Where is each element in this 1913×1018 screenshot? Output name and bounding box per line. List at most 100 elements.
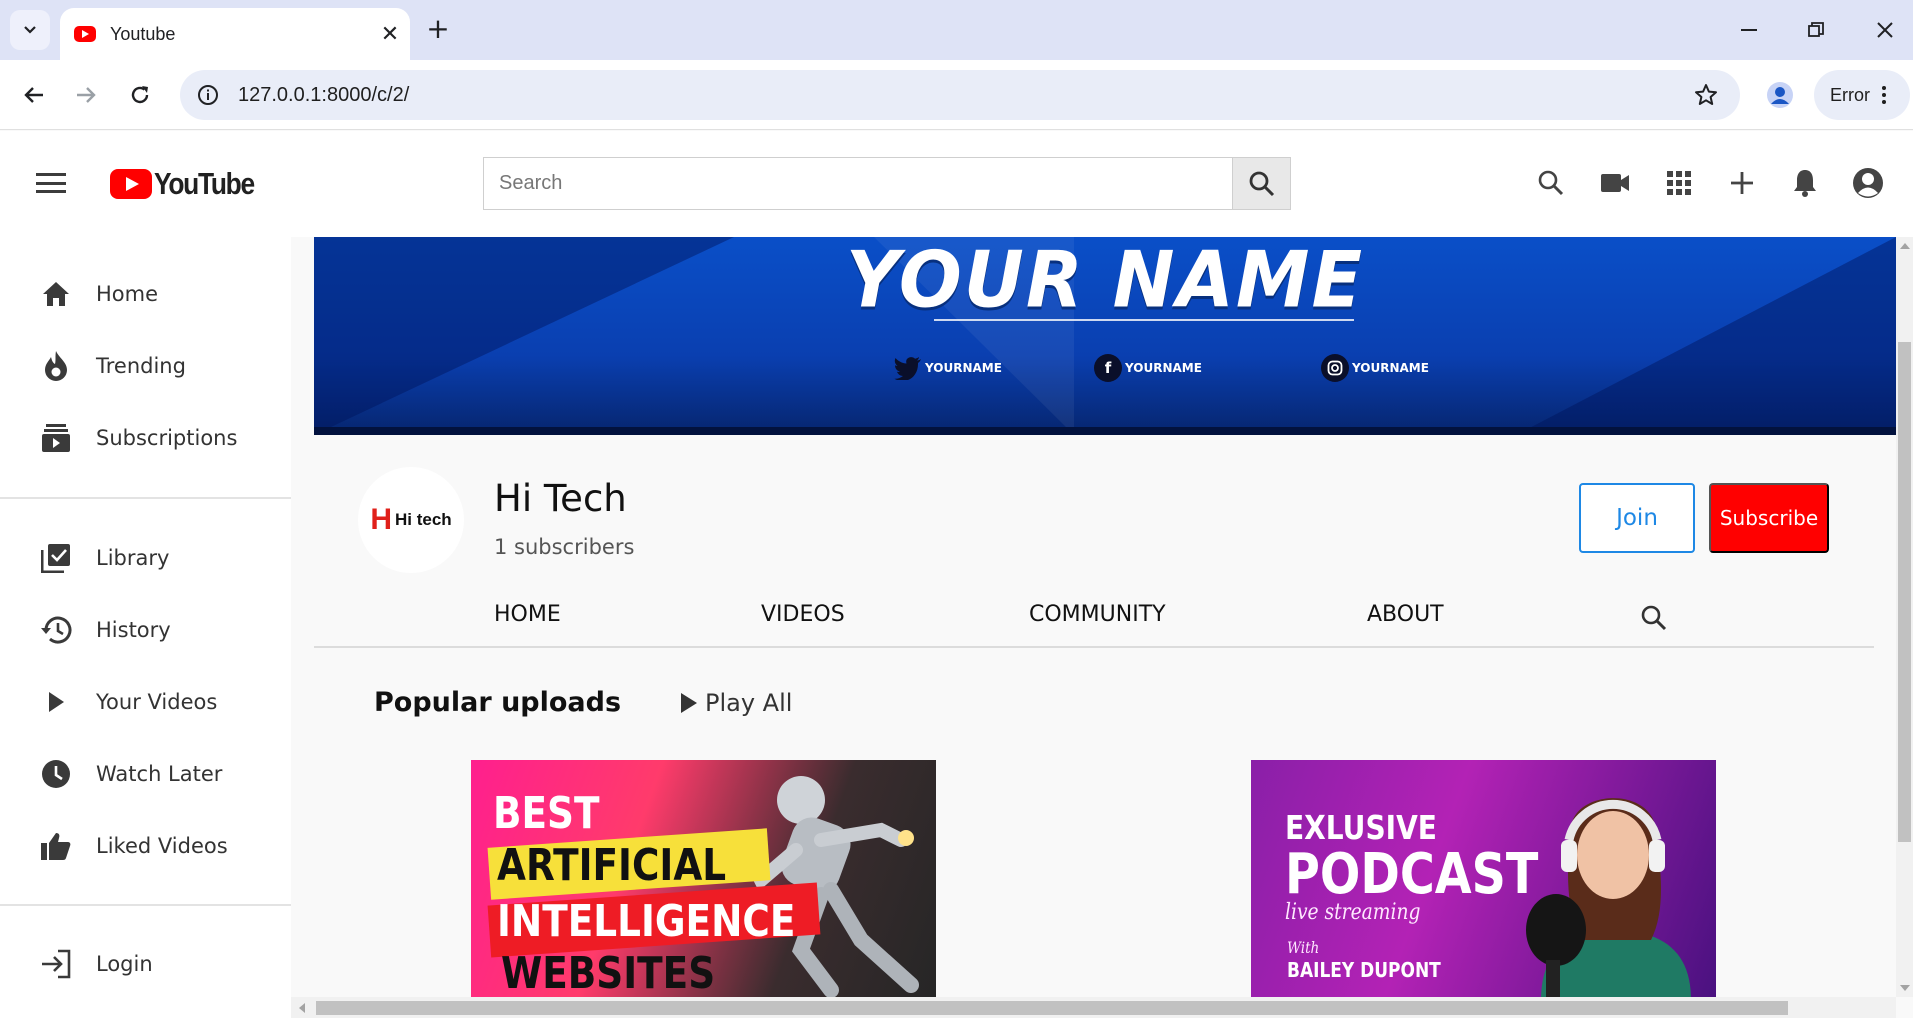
twitter-icon [894,354,922,382]
subscribe-button[interactable]: Subscribe [1709,483,1829,553]
search-button[interactable] [1232,158,1290,209]
channel-search-icon[interactable] [1636,600,1672,636]
scrollbar-thumb[interactable] [316,1001,1788,1015]
back-button[interactable] [14,75,54,115]
tab-videos[interactable]: VIDEOS [761,602,845,627]
tab-home[interactable]: HOME [494,602,561,627]
restore-icon [1808,22,1824,37]
avatar-text: Hi tech [394,510,452,529]
notifications-button[interactable] [1783,161,1827,205]
plus-icon [1731,172,1753,194]
scroll-up-arrow-icon[interactable] [1900,243,1910,249]
reload-button[interactable] [120,75,160,115]
sidebar-item-label: History [96,618,171,642]
search-input[interactable] [484,158,1232,209]
thumbs-up-icon [36,826,76,866]
restore-button[interactable] [1792,8,1840,52]
sidebar-item-label: Library [96,546,170,570]
sidebar-item-library[interactable]: Library [0,528,291,588]
forward-button[interactable] [66,75,106,115]
social-handle: YOURNAME [1352,361,1429,375]
youtube-favicon-icon [74,26,96,42]
sidebar-item-trending[interactable]: Trending [0,336,291,396]
thumbnail-text: INTELLIGENCE [497,896,796,947]
thumbnail-text: BEST [493,788,600,839]
tab-search-button[interactable] [10,10,50,50]
browser-tab[interactable]: Youtube ✕ [60,8,410,60]
sidebar-item-liked-videos[interactable]: Liked Videos [0,816,291,876]
channel-banner: YOUR NAME YOURNAME f YOURNAME YOURNAME [314,237,1896,435]
sidebar-item-login[interactable]: Login [0,934,291,994]
sidebar-item-library[interactable] [0,237,291,297]
play-icon [681,693,697,713]
library-icon [36,538,76,578]
sidebar-item-label: Watch Later [96,762,223,786]
minimize-button[interactable] [1725,8,1773,52]
banner-social-twitter: YOURNAME [894,354,1002,382]
thumbnail-text: BAILEY DUPONT [1287,958,1441,982]
apps-button[interactable] [1657,161,1701,205]
tab-community[interactable]: COMMUNITY [1029,602,1166,627]
banner-social-instagram: YOURNAME [1321,354,1429,382]
video-thumbnail[interactable]: BEST ARTIFICIAL INTELLIGENCE WEBSITES [471,760,936,997]
video-thumbnail[interactable]: EXLUSIVE PODCAST live streaming With BAI… [1251,760,1716,997]
sidebar-item-subscriptions[interactable]: Subscriptions [0,408,291,468]
arrow-right-icon [77,87,96,103]
hi-tech-logo-mark: H [370,503,392,536]
video-camera-icon [1601,174,1629,192]
thumbnail-text: ARTIFICIAL [497,840,727,891]
address-bar-row: 127.0.0.1:8000/c/2/ Error [0,60,1913,130]
apps-grid-icon [1667,171,1691,195]
bell-icon [1794,170,1816,197]
close-window-button[interactable] [1861,8,1909,52]
tab-title: Youtube [110,23,176,44]
thumbnail-text: live streaming [1285,900,1421,925]
sidebar-item-your-videos[interactable]: Your Videos [0,672,291,732]
create-button[interactable] [1720,161,1764,205]
banner-underline [934,319,1354,321]
social-handle: YOURNAME [1125,361,1202,375]
scroll-down-arrow-icon[interactable] [1900,985,1910,991]
url-text[interactable]: 127.0.0.1:8000/c/2/ [238,84,1686,107]
bookmark-star-icon[interactable] [1686,75,1726,115]
vertical-scrollbar[interactable] [1896,237,1913,997]
header-search-button[interactable] [1529,161,1573,205]
login-icon [36,944,76,984]
sidebar-divider [0,904,291,906]
scrollbar-thumb[interactable] [1898,342,1911,842]
play-all-button[interactable]: Play All [681,689,792,717]
horizontal-scrollbar[interactable] [291,997,1896,1018]
tab-about[interactable]: ABOUT [1367,602,1444,627]
youtube-logo[interactable]: YouTube [110,166,272,201]
search-bar [483,157,1291,210]
channel-page: YOUR NAME YOURNAME f YOURNAME YOURNAME H… [291,237,1896,997]
site-info-icon[interactable] [194,81,222,109]
channel-avatar[interactable]: H Hi tech [358,467,464,573]
close-tab-icon[interactable]: ✕ [370,22,410,47]
subscriptions-icon [36,418,76,458]
robot-illustration [744,776,919,997]
scroll-left-arrow-icon[interactable] [299,1003,305,1013]
profile-button[interactable] [1760,75,1800,115]
channel-tabs: HOME VIDEOS COMMUNITY ABOUT [314,592,1874,648]
chevron-down-icon [24,26,36,34]
kebab-menu-icon [1882,86,1886,104]
sidebar-item-label: Your Videos [96,690,218,714]
new-tab-button[interactable]: + [420,12,456,48]
sidebar-item-label: Liked Videos [96,834,228,858]
profile-avatar-icon [1767,82,1793,108]
sidebar-item-watch-later[interactable]: Watch Later [0,744,291,804]
account-button[interactable] [1846,161,1890,205]
play-icon [36,682,76,722]
url-bar[interactable]: 127.0.0.1:8000/c/2/ [180,70,1740,120]
sidebar-item-history[interactable]: History [0,600,291,660]
browser-menu-error-button[interactable]: Error [1814,70,1910,120]
join-button[interactable]: Join [1579,483,1695,553]
create-video-button[interactable] [1593,161,1637,205]
menu-hamburger-icon[interactable] [34,169,68,197]
youtube-play-logo-icon [110,169,152,199]
instagram-icon [1321,354,1349,382]
logo-wordmark: YouTube [154,166,255,201]
sidebar-item-label: Subscriptions [96,426,238,450]
play-all-label: Play All [705,689,793,717]
